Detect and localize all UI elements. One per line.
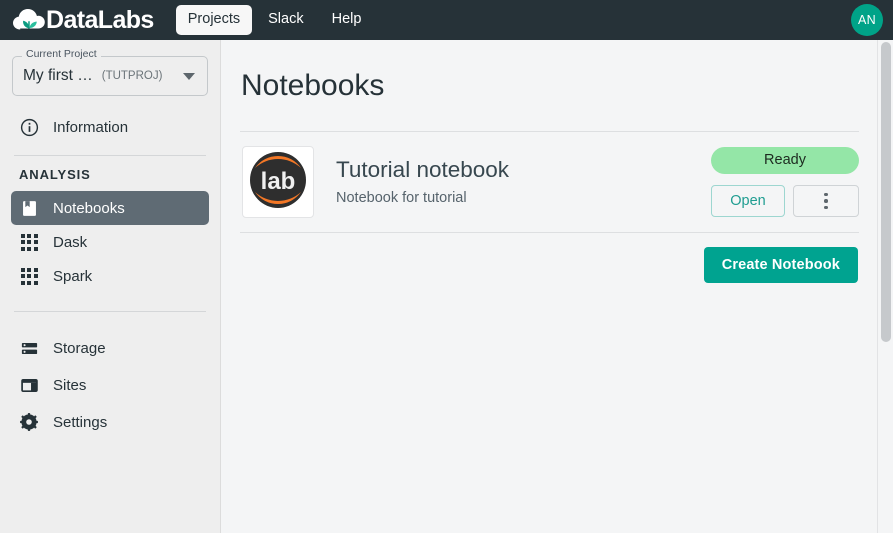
jupyterlab-logo-icon: lab (248, 150, 308, 215)
brand-name: DataLabs (46, 5, 154, 34)
storage-icon (19, 338, 39, 358)
grid-dots-icon (19, 266, 39, 286)
page-scrollbar[interactable] (877, 40, 893, 533)
notebook-thumbnail: lab (242, 146, 314, 218)
nav-item-slack[interactable]: Slack (256, 5, 315, 34)
gear-icon (19, 412, 39, 432)
notebook-description: Notebook for tutorial (336, 189, 467, 206)
sidebar-item-storage[interactable]: Storage (11, 331, 209, 365)
sidebar-item-information[interactable]: Information (11, 110, 209, 144)
notebook-more-menu-button[interactable] (793, 185, 859, 217)
create-notebook-area: Create Notebook (240, 247, 859, 283)
sidebar-item-information-label: Information (53, 118, 129, 136)
status-badge: Ready (711, 147, 859, 174)
current-project-selector[interactable]: Current Project My first … (TUTPROJ) (12, 49, 208, 96)
sidebar-item-spark-label: Spark (53, 267, 93, 285)
cloud-leaf-logo-icon (12, 6, 46, 34)
info-circle-icon (19, 117, 39, 137)
main-content: Notebooks lab Tutorial notebook Notebook… (221, 40, 877, 533)
jupyterlab-logo-text: lab (261, 168, 296, 195)
chevron-down-icon (183, 72, 195, 80)
notebook-list-item: lab Tutorial notebook Notebook for tutor… (240, 132, 859, 232)
current-project-code: (TUTPROJ) (101, 70, 163, 82)
user-avatar[interactable]: AN (851, 4, 883, 36)
page-title: Notebooks (241, 69, 385, 102)
sidebar-item-dask-label: Dask (53, 233, 88, 251)
sidebar-item-notebooks-label: Notebooks (53, 199, 125, 217)
nav-item-projects[interactable]: Projects (175, 5, 253, 35)
sidebar: Current Project My first … (TUTPROJ) Inf… (0, 40, 221, 533)
sidebar-item-spark[interactable]: Spark (11, 259, 209, 293)
kebab-menu-icon (824, 192, 828, 211)
sidebar-divider-bottom (14, 311, 206, 312)
notebook-info: Tutorial notebook Notebook for tutorial (336, 157, 711, 207)
sidebar-item-storage-label: Storage (53, 339, 106, 357)
sidebar-divider-top (14, 155, 206, 156)
open-notebook-button[interactable]: Open (711, 185, 785, 217)
brand-logo-group[interactable]: DataLabs (8, 6, 154, 34)
sidebar-item-settings-label: Settings (53, 413, 108, 431)
top-navigation-bar: DataLabs Projects Slack Help AN (0, 0, 893, 40)
sidebar-item-sites[interactable]: Sites (11, 368, 209, 402)
sidebar-item-sites-label: Sites (53, 376, 87, 394)
notebook-icon (19, 198, 39, 218)
sidebar-item-dask[interactable]: Dask (11, 225, 209, 259)
sidebar-section-analysis: ANALYSIS (19, 167, 91, 182)
notebook-title: Tutorial notebook (336, 156, 510, 182)
notebook-button-group: Open (711, 185, 859, 217)
notebook-row-divider (240, 232, 859, 233)
app-root: DataLabs Projects Slack Help AN Current … (0, 0, 893, 533)
grid-dots-icon (19, 232, 39, 252)
page-scrollbar-thumb[interactable] (881, 42, 891, 342)
top-nav-items: Projects Slack Help (175, 5, 374, 35)
create-notebook-button[interactable]: Create Notebook (703, 247, 858, 283)
nav-item-help[interactable]: Help (320, 5, 374, 34)
sites-icon (19, 375, 39, 395)
current-project-legend: Current Project (22, 49, 101, 60)
current-project-name: My first … (23, 67, 93, 84)
sidebar-item-settings[interactable]: Settings (11, 405, 209, 439)
sidebar-item-notebooks[interactable]: Notebooks (11, 191, 209, 225)
notebook-actions: Ready Open (711, 147, 859, 217)
